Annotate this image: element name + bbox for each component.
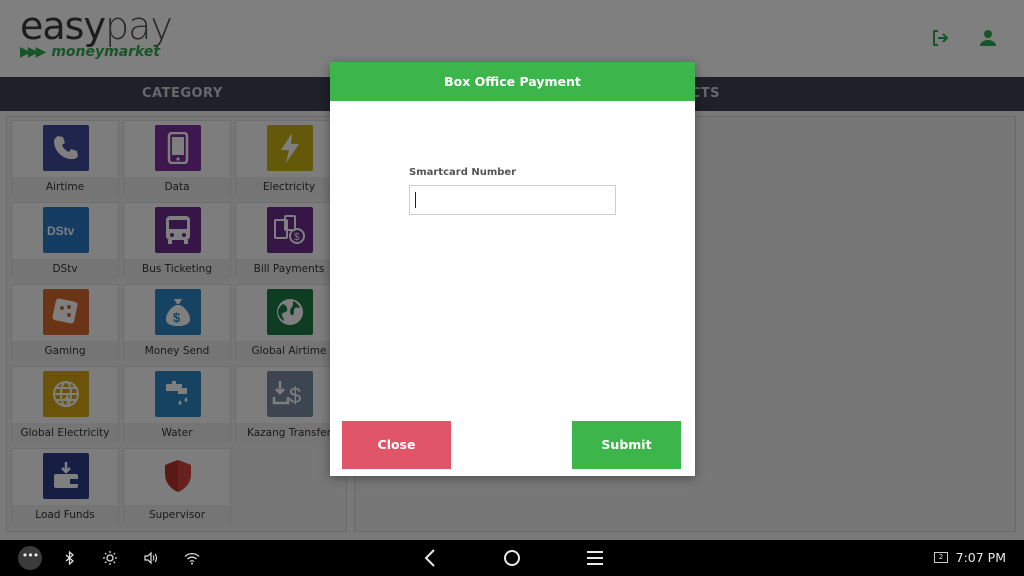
android-navigation-bar: ••• 2 7:07 PM bbox=[0, 540, 1024, 576]
more-menu-button[interactable]: ••• bbox=[18, 540, 42, 576]
bluetooth-icon[interactable] bbox=[62, 540, 78, 576]
volume-icon[interactable] bbox=[142, 540, 160, 576]
dialog-title: Box Office Payment bbox=[330, 62, 695, 101]
smartcard-number-input[interactable] bbox=[409, 185, 616, 215]
back-button[interactable] bbox=[420, 540, 440, 576]
text-caret bbox=[415, 192, 416, 208]
submit-button[interactable]: Submit bbox=[572, 421, 681, 469]
more-dots-icon: ••• bbox=[18, 546, 42, 570]
status-clock: 7:07 PM bbox=[955, 550, 1006, 565]
recents-menu-button[interactable] bbox=[584, 540, 606, 576]
brightness-icon[interactable] bbox=[102, 540, 118, 576]
close-button[interactable]: Close bbox=[342, 421, 451, 469]
home-button[interactable] bbox=[501, 540, 523, 576]
box-office-payment-dialog: Box Office Payment Smartcard Number Clos… bbox=[330, 62, 695, 476]
notification-count-badge[interactable]: 2 bbox=[934, 552, 948, 563]
smartcard-number-label: Smartcard Number bbox=[409, 167, 517, 178]
wifi-icon[interactable] bbox=[183, 540, 201, 576]
